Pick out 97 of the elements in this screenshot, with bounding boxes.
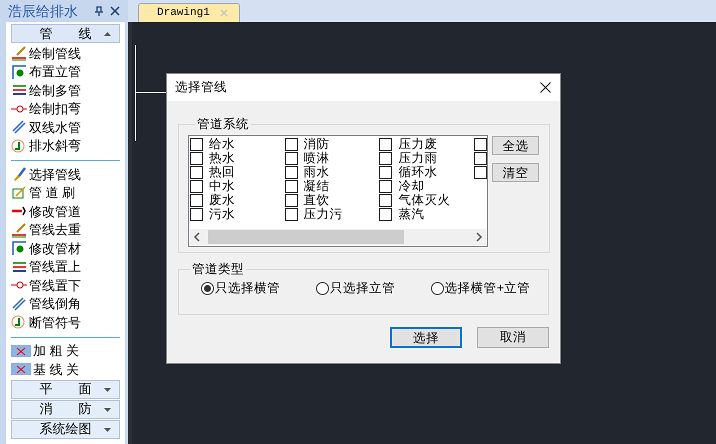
side-button[interactable]: 清空 [492,162,539,182]
group-title: 管道系统 [196,116,250,133]
tool-item[interactable]: 加 粗 关 [11,342,120,360]
tool-item[interactable]: 绘制管线 [11,44,120,62]
checkbox-label: 直饮 [304,192,330,208]
checkbox-label: 压力污 [304,206,343,224]
checkbox-label: 废水 [209,192,235,208]
tool-item[interactable]: 管线倒角 [11,294,120,313]
checkbox-label: 喷淋 [304,150,330,166]
slope-bend-icon [11,314,27,330]
double-line-icon [11,119,27,136]
tool-item[interactable]: 管 道 刷 [11,184,120,202]
checkbox[interactable] [379,138,392,152]
tool-item[interactable]: 排水斜弯 [11,136,120,155]
checkbox[interactable] [190,138,203,152]
checkbox[interactable] [284,180,298,194]
group-title: 管道类型 [191,261,245,278]
document-tab[interactable]: Drawing1 [138,3,240,22]
checkbox[interactable] [190,180,203,194]
section-header[interactable]: 平 面 [11,380,120,398]
tool-item[interactable]: 绘制扣弯 [11,100,120,118]
collapse-caret-icon [104,32,111,36]
dialog-title: 选择管线 [175,79,228,96]
checkbox[interactable] [474,152,487,166]
side-button[interactable]: 全选 [492,136,539,155]
checkbox[interactable] [474,138,487,152]
checkbox[interactable] [190,166,203,180]
toggle-off-icon [11,342,31,359]
checkbox[interactable] [190,152,203,166]
tool-item[interactable]: 断管符号 [11,313,120,332]
checkbox[interactable] [379,180,392,194]
checkbox-label: 消防 [304,136,330,152]
tool-item[interactable]: 修改管道 [11,202,120,220]
tool-item[interactable]: 选择管线 [11,165,120,184]
slope-bend-icon [11,138,27,154]
pipe-node-icon [11,64,27,80]
checkbox-label: 热回 [209,164,235,180]
pencil-line-icon [11,45,27,62]
tool-item[interactable]: 基 线 关 [11,360,120,378]
checkbox[interactable] [190,208,203,222]
toggle-off-icon [11,361,31,378]
radio-button[interactable] [430,282,444,295]
checkbox-label: 气体灭火 [398,192,450,208]
checkbox-label: 凝结 [304,178,330,194]
horizontal-scrollbar[interactable] [190,228,486,245]
brush-icon [11,166,27,182]
close-icon [540,82,550,93]
close-icon[interactable] [110,6,120,16]
checkbox[interactable] [284,152,298,166]
checkbox-label: 压力雨 [398,150,438,166]
dialog-button[interactable]: 选择 [390,327,462,348]
checkbox[interactable] [379,208,392,222]
radio-label: 只选择横管 [214,280,280,297]
checkbox-label: 热水 [209,150,235,166]
scrollbar-thumb[interactable] [208,230,404,244]
checkbox-label: 冷却 [398,178,424,194]
checkbox[interactable] [474,166,487,180]
tool-item[interactable]: 双线水管 [11,118,120,136]
tool-item[interactable]: 管线置下 [11,276,120,294]
checkbox-label: 压力废 [398,136,438,152]
expand-caret-icon [104,428,111,432]
tool-item[interactable]: 管线去重 [11,220,120,239]
tool-item[interactable]: 管线置上 [11,258,120,276]
checkbox[interactable] [190,194,203,208]
tool-item[interactable]: 绘制多管 [11,81,120,100]
double-line-icon [11,296,27,312]
checkbox-label: 雨水 [304,164,330,180]
checkbox-label: 给水 [209,136,235,152]
checkbox[interactable] [284,208,298,222]
tool-item[interactable]: 修改管材 [11,239,120,258]
frame-line-icon [11,184,27,201]
dialog-button[interactable]: 取消 [477,327,549,348]
checkbox-label: 蒸汽 [398,206,424,224]
radio-label: 选择横管+立管 [444,280,530,297]
checkbox[interactable] [284,166,298,180]
radio-button[interactable] [200,282,214,295]
pipe-node-icon [11,240,27,256]
section-header[interactable]: 管 线 [11,24,120,43]
radio-label: 只选择立管 [330,280,395,297]
section-header[interactable]: 消 防 [11,400,120,418]
expand-caret-icon [104,408,111,412]
checkbox[interactable] [284,138,298,152]
pin-icon[interactable] [94,6,104,16]
section-header[interactable]: 系统绘图 [11,420,120,438]
checkbox[interactable] [379,194,392,208]
tab-label: Drawing1 [157,6,210,21]
checkbox[interactable] [379,166,392,180]
expand-caret-icon [104,388,111,392]
tool-item[interactable]: 布置立管 [11,62,120,81]
checkbox-label: 中水 [209,178,235,194]
panel-title: 浩辰给排水 [8,2,79,20]
radio-button[interactable] [316,282,329,295]
checkbox-label: 循环水 [398,164,438,180]
checkbox[interactable] [379,152,392,166]
pencil-line-icon [11,222,27,238]
checkbox-label: 污水 [209,206,235,224]
checkbox[interactable] [284,194,298,208]
